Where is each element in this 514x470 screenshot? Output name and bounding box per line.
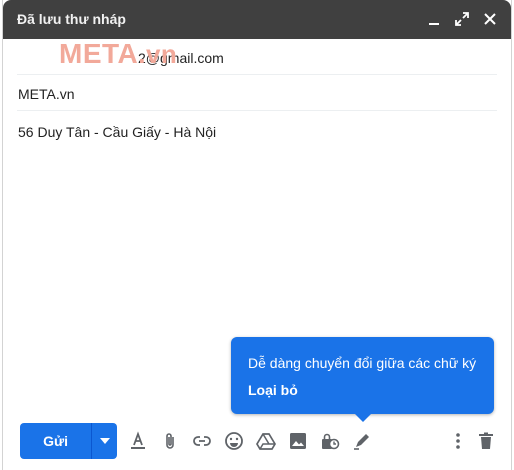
subject-field[interactable]: META.vn <box>17 76 497 111</box>
message-body[interactable]: 56 Duy Tân - Cầu Giấy - Hà Nội <box>18 124 216 140</box>
signature-icon[interactable] <box>351 430 373 452</box>
meta-watermark-logo: META.vn <box>59 38 177 70</box>
discard-icon[interactable] <box>475 430 497 452</box>
close-icon[interactable] <box>481 10 499 28</box>
formatting-icon[interactable] <box>127 430 149 452</box>
tooltip-arrow <box>355 414 371 422</box>
drive-icon[interactable] <box>255 430 277 452</box>
chevron-down-icon <box>99 438 110 444</box>
compose-titlebar[interactable]: Đã lưu thư nháp <box>3 0 511 39</box>
tooltip-message: Dễ dàng chuyển đổi giữa các chữ ký <box>248 355 477 371</box>
tooltip-dismiss-button[interactable]: Loại bỏ <box>248 382 298 398</box>
send-options-button[interactable] <box>91 423 117 459</box>
attach-icon[interactable] <box>159 430 181 452</box>
send-button-group: Gửi <box>20 423 117 459</box>
emoji-icon[interactable] <box>223 430 245 452</box>
compose-window: Đã lưu thư nháp 2@gmail.com META.vn META… <box>2 0 512 470</box>
signature-tooltip: Dễ dàng chuyển đổi giữa các chữ ký Loại … <box>231 337 494 422</box>
confidential-icon[interactable] <box>319 430 341 452</box>
minimize-icon[interactable] <box>425 10 443 28</box>
photo-icon[interactable] <box>287 430 309 452</box>
more-options-icon[interactable] <box>447 430 469 452</box>
link-icon[interactable] <box>191 430 213 452</box>
fullscreen-icon[interactable] <box>453 10 471 28</box>
send-button[interactable]: Gửi <box>20 423 91 459</box>
subject-value[interactable]: META.vn <box>18 86 75 102</box>
window-title: Đã lưu thư nháp <box>17 11 126 27</box>
watermark-main: META <box>59 38 139 69</box>
watermark-suffix: .vn <box>138 39 178 69</box>
